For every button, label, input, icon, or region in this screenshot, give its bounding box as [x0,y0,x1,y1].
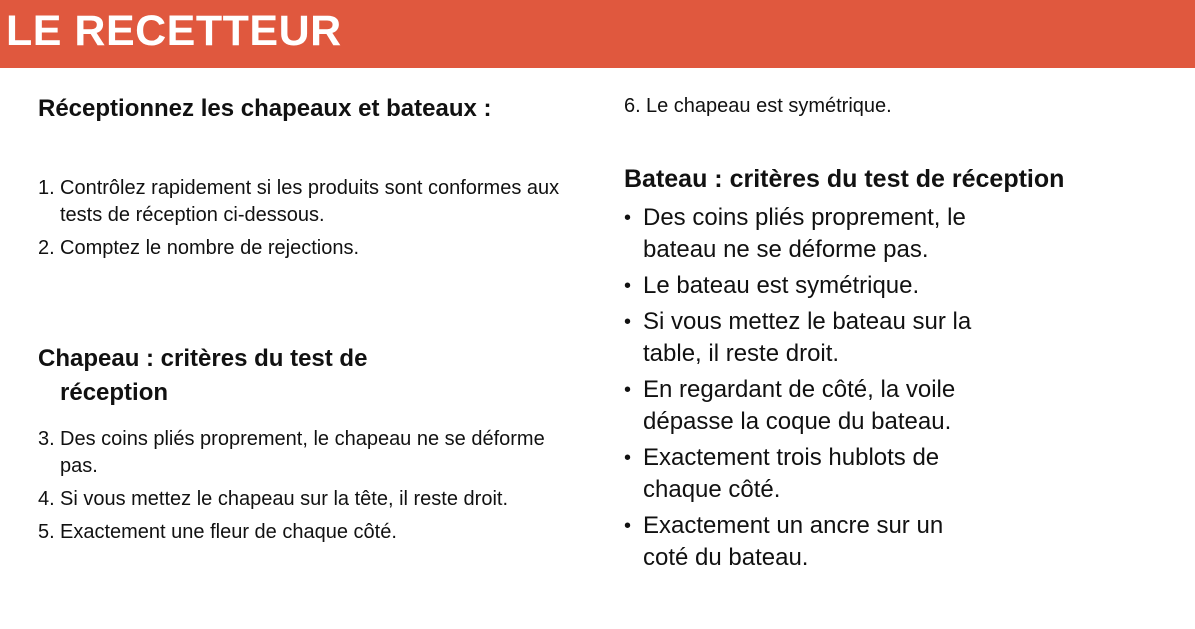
hat-criteria-list-continued: 6. Le chapeau est symétrique. [624,93,1184,126]
item-number: 4. [38,488,55,510]
list-item: 2. Comptez le nombre de rejections. [38,235,578,262]
item-number: 6. [624,95,641,117]
item-text: Des coins pliés proprement, le chapeau n… [60,428,545,477]
list-item: Exactement trois hublots de chaque côté. [624,442,984,506]
list-item: Exactement un ancre sur un coté du batea… [624,510,984,574]
list-item: 4. Si vous mettez le chapeau sur la tête,… [38,486,578,513]
hat-criteria-heading: Chapeau : critères du test de réception [38,342,518,410]
boat-criteria-heading: Bateau : critères du test de réception [624,165,1065,193]
item-text: Le chapeau est symétrique. [646,95,892,117]
list-item: Si vous mettez le bateau sur la table, i… [624,306,984,370]
item-number: 3. [38,428,55,450]
item-text: Contrôlez rapidement si les produits son… [60,177,560,226]
list-item: 3. Des coins pliés proprement, le chapeau… [38,426,578,480]
item-text: Si vous mettez le chapeau sur la tête, i… [60,488,508,510]
item-text: Comptez le nombre de rejections. [60,237,360,259]
title-banner: LE RECETTEUR [0,0,1195,68]
boat-criteria-list: Des coins pliés proprement, le bateau ne… [624,202,984,578]
reception-heading: Réceptionnez les chapeaux et bateaux : [38,95,492,122]
list-item: 6. Le chapeau est symétrique. [624,93,1184,120]
hat-heading-line2: réception [60,379,169,406]
list-item: 1. Contrôlez rapidement si les produits s… [38,175,578,229]
hat-criteria-list: 3. Des coins pliés proprement, le chapeau… [38,426,578,552]
page-title: LE RECETTEUR [6,7,342,55]
item-text: Exactement une fleur de chaque côté. [60,521,397,543]
reception-list: 1. Contrôlez rapidement si les produits s… [38,175,578,268]
item-number: 5. [38,521,55,543]
list-item: En regardant de côté, la voile dépasse l… [624,374,984,438]
list-item: Des coins pliés proprement, le bateau ne… [624,202,984,266]
item-number: 2. [38,237,55,259]
list-item: 5. Exactement une fleur de chaque côté. [38,519,578,546]
hat-heading-line1: Chapeau : critères du test de [38,345,368,372]
list-item: Le bateau est symétrique. [624,270,984,302]
item-number: 1. [38,177,55,199]
